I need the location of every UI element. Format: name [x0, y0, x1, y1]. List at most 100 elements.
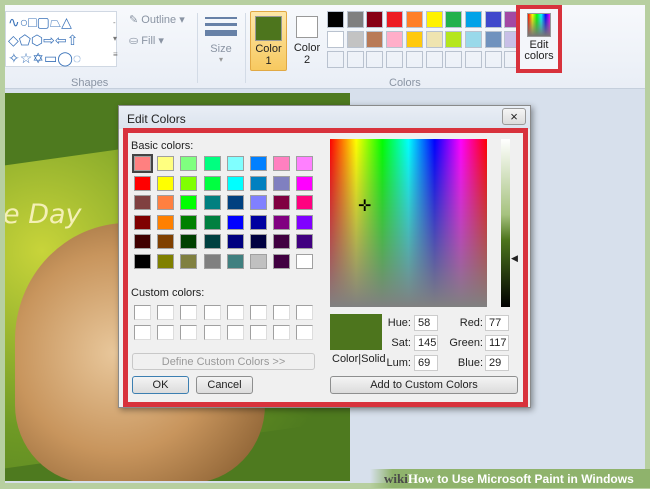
custom-color-slot[interactable]	[226, 325, 244, 340]
palette-swatch[interactable]	[464, 31, 482, 48]
palette-swatch[interactable]	[366, 11, 384, 28]
fill-button[interactable]: ⛀ Fill ▾	[129, 34, 164, 47]
shapes-row-1[interactable]: ∿○□▢⏢△	[8, 15, 72, 29]
luminance-bar[interactable]	[501, 139, 510, 307]
palette-swatch[interactable]	[484, 11, 502, 28]
custom-color-slot[interactable]	[203, 325, 221, 340]
basic-color-swatch[interactable]	[180, 234, 198, 249]
basic-color-swatch[interactable]	[273, 253, 291, 269]
palette-empty-slot[interactable]	[386, 51, 404, 68]
custom-color-slot[interactable]	[226, 305, 244, 320]
basic-color-swatch[interactable]	[250, 214, 267, 230]
custom-color-slot[interactable]	[250, 305, 267, 320]
basic-color-swatch[interactable]	[296, 156, 314, 171]
basic-color-swatch[interactable]	[134, 214, 151, 230]
basic-color-swatch[interactable]	[296, 195, 314, 210]
basic-color-swatch[interactable]	[250, 234, 267, 249]
red-input[interactable]: 77	[485, 315, 509, 331]
close-button[interactable]: ×	[502, 108, 526, 125]
basic-color-swatch[interactable]	[180, 175, 198, 191]
luminance-arrow-icon[interactable]: ◀	[511, 253, 518, 264]
palette-empty-slot[interactable]	[346, 51, 364, 68]
gallery-scroll[interactable]: - ▾ ≡	[113, 15, 118, 63]
palette-empty-slot[interactable]	[425, 51, 443, 68]
hue-input[interactable]: 58	[414, 315, 438, 331]
define-custom-colors-button[interactable]: Define Custom Colors >>	[132, 353, 315, 370]
color-spectrum[interactable]: ✛	[330, 139, 487, 307]
basic-color-swatch[interactable]	[296, 175, 314, 191]
basic-color-swatch[interactable]	[273, 214, 291, 230]
palette-empty-slot[interactable]	[445, 51, 463, 68]
basic-color-swatch[interactable]	[296, 234, 314, 249]
palette-swatch[interactable]	[445, 11, 463, 28]
edit-colors-button[interactable]: Edit colors	[516, 5, 562, 73]
palette-swatch[interactable]	[327, 31, 344, 48]
basic-color-swatch[interactable]	[157, 214, 175, 230]
cancel-button[interactable]: Cancel	[196, 376, 253, 394]
palette-swatch[interactable]	[405, 11, 423, 28]
custom-color-slot[interactable]	[296, 325, 314, 340]
basic-color-swatch[interactable]	[203, 253, 221, 269]
palette-empty-slot[interactable]	[366, 51, 384, 68]
basic-color-swatch[interactable]	[296, 253, 314, 269]
palette-swatch[interactable]	[484, 31, 502, 48]
basic-color-swatch[interactable]	[226, 214, 244, 230]
basic-color-swatch[interactable]	[157, 253, 175, 269]
shapes-gallery[interactable]: ∿○□▢⏢△ ◇⬠⬡⇨⇦⇧ ✧☆✡▭◯◌	[5, 11, 117, 67]
basic-color-swatch[interactable]	[226, 175, 244, 191]
basic-color-swatch[interactable]	[226, 156, 244, 171]
palette-swatch[interactable]	[445, 31, 463, 48]
custom-color-slot[interactable]	[134, 325, 151, 340]
palette-swatch[interactable]	[464, 11, 482, 28]
basic-color-swatch[interactable]	[203, 234, 221, 249]
ok-button[interactable]: OK	[132, 376, 189, 394]
shapes-row-2[interactable]: ◇⬠⬡⇨⇦⇧	[8, 33, 78, 47]
basic-color-swatch[interactable]	[226, 195, 244, 210]
basic-color-swatch[interactable]	[180, 156, 198, 171]
lum-input[interactable]: 69	[414, 355, 438, 371]
basic-color-swatch[interactable]	[296, 214, 314, 230]
basic-color-swatch[interactable]	[203, 175, 221, 191]
basic-color-swatch[interactable]	[273, 175, 291, 191]
custom-color-slot[interactable]	[203, 305, 221, 320]
color1-button[interactable]: Color 1	[250, 11, 287, 71]
basic-color-swatch[interactable]	[273, 156, 291, 171]
basic-color-swatch[interactable]	[250, 175, 267, 191]
custom-color-slot[interactable]	[157, 325, 175, 340]
custom-color-slot[interactable]	[157, 305, 175, 320]
custom-color-slot[interactable]	[134, 305, 151, 320]
outline-button[interactable]: ✎ Outline ▾	[129, 13, 185, 26]
basic-color-swatch[interactable]	[180, 253, 198, 269]
basic-color-swatch[interactable]	[157, 156, 175, 171]
basic-color-swatch[interactable]	[157, 234, 175, 249]
basic-color-swatch[interactable]	[250, 253, 267, 269]
basic-color-swatch[interactable]	[203, 156, 221, 171]
palette-swatch[interactable]	[405, 31, 423, 48]
palette-swatch[interactable]	[386, 11, 404, 28]
palette-swatch[interactable]	[386, 31, 404, 48]
basic-color-swatch[interactable]	[180, 214, 198, 230]
custom-color-slot[interactable]	[296, 305, 314, 320]
basic-color-swatch[interactable]	[134, 175, 151, 191]
palette-swatch[interactable]	[366, 31, 384, 48]
sat-input[interactable]: 145	[414, 335, 438, 351]
basic-color-swatch[interactable]	[226, 253, 244, 269]
basic-color-swatch[interactable]	[134, 253, 151, 269]
basic-color-swatch[interactable]	[226, 234, 244, 249]
basic-color-swatch[interactable]	[250, 195, 267, 210]
green-input[interactable]: 117	[485, 335, 509, 351]
add-to-custom-colors-button[interactable]: Add to Custom Colors	[330, 376, 518, 394]
custom-color-slot[interactable]	[250, 325, 267, 340]
palette-swatch[interactable]	[346, 11, 364, 28]
blue-input[interactable]: 29	[485, 355, 509, 371]
size-button[interactable]: Size ▾	[205, 15, 237, 64]
palette-empty-slot[interactable]	[464, 51, 482, 68]
palette-swatch[interactable]	[425, 31, 443, 48]
basic-color-swatch[interactable]	[203, 214, 221, 230]
basic-color-swatch[interactable]	[203, 195, 221, 210]
basic-color-swatch[interactable]	[134, 195, 151, 210]
basic-color-swatch[interactable]	[132, 154, 153, 173]
palette-swatch[interactable]	[346, 31, 364, 48]
basic-color-swatch[interactable]	[134, 234, 151, 249]
custom-color-slot[interactable]	[273, 325, 291, 340]
